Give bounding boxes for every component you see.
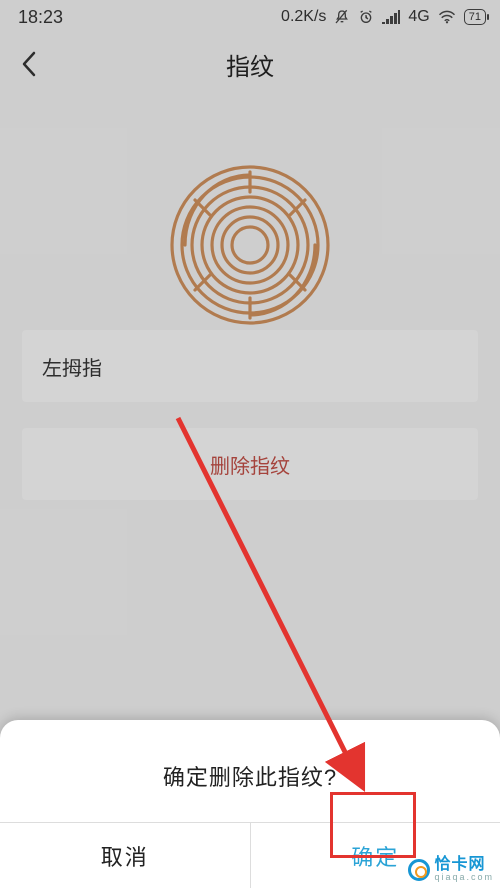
watermark-en: qiaqa.com (434, 873, 494, 882)
watermark-text: 恰卡网 qiaqa.com (434, 857, 494, 882)
fingerprint-name-text: 左拇指 (42, 352, 102, 381)
confirm-button-label: 确定 (351, 840, 399, 872)
title-bar: 指纹 (0, 34, 500, 94)
status-time: 18:23 (18, 7, 63, 28)
dialog-message: 确定删除此指纹? (0, 754, 500, 822)
delete-fingerprint-label: 删除指纹 (210, 450, 290, 479)
dnd-icon (334, 9, 350, 25)
watermark-cn: 恰卡网 (434, 857, 494, 873)
wifi-icon (438, 10, 456, 24)
page-title: 指纹 (226, 47, 274, 82)
battery-text: 71 (469, 10, 481, 24)
phone-screen: 18:23 0.2K/s 4G 71 指纹 (0, 0, 500, 888)
status-right: 0.2K/s 4G 71 (281, 8, 486, 26)
status-network-label: 4G (408, 8, 429, 26)
signal-icon (382, 10, 400, 24)
battery-icon: 71 (464, 9, 486, 25)
back-button[interactable] (14, 48, 46, 80)
delete-fingerprint-button[interactable]: 删除指纹 (22, 428, 478, 500)
watermark-logo-icon (408, 859, 430, 881)
cancel-button-label: 取消 (101, 840, 149, 872)
alarm-icon (358, 9, 374, 25)
watermark: 恰卡网 qiaqa.com (408, 857, 494, 882)
fingerprint-name-field[interactable]: 左拇指 (22, 330, 478, 402)
status-bar: 18:23 0.2K/s 4G 71 (0, 0, 500, 34)
fingerprint-icon (165, 160, 335, 330)
cancel-button[interactable]: 取消 (0, 823, 250, 888)
status-net-speed: 0.2K/s (281, 8, 326, 26)
